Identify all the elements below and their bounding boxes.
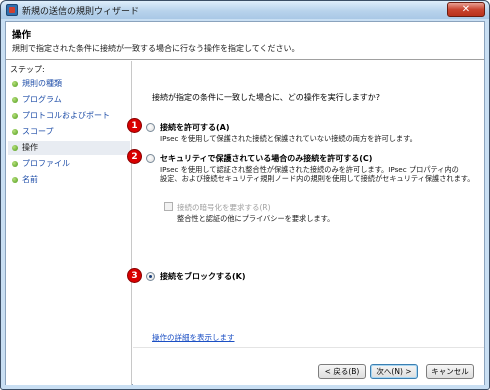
close-button[interactable]: ✕: [447, 2, 485, 17]
callout-badge-3: 3: [127, 268, 142, 283]
window-title: 新規の送信の規則ウィザード: [22, 7, 140, 17]
next-button[interactable]: 次へ(N) >: [370, 364, 418, 379]
step-bullet-icon: [12, 81, 18, 87]
block-connection-radio[interactable]: [146, 272, 155, 281]
allow-connection-radio[interactable]: [146, 123, 155, 132]
page-header: 操作 規則で指定された条件に接続が一致する場合に行なう操作を指定してください。: [6, 22, 484, 60]
step-item-protocol-port[interactable]: プロトコルおよびポート: [8, 109, 130, 123]
client-area: 操作 規則で指定された条件に接続が一致する場合に行なう操作を指定してください。 …: [5, 21, 485, 385]
callout-badge-1: 1: [127, 118, 142, 133]
footer-divider: [133, 347, 484, 348]
step-label: スコープ: [22, 127, 54, 136]
back-button[interactable]: < 戻る(B): [318, 364, 366, 379]
page-title: 操作: [12, 30, 32, 41]
action-question: 接続が指定の条件に一致した場合に、どの操作を実行しますか?: [152, 93, 381, 102]
step-item-program[interactable]: プログラム: [8, 93, 130, 107]
page-description: 規則で指定された条件に接続が一致する場合に行なう操作を指定してください。: [12, 44, 300, 53]
step-label: プロトコルおよびポート: [22, 111, 110, 120]
steps-title: ステップ:: [10, 65, 45, 74]
callout-badge-2: 2: [127, 149, 142, 164]
wizard-window: 新規の送信の規則ウィザード ✕ 操作 規則で指定された条件に接続が一致する場合に…: [0, 0, 490, 390]
step-bullet-icon: [12, 145, 18, 151]
step-label: プログラム: [22, 95, 62, 104]
action-details-link[interactable]: 操作の詳細を表示します: [152, 332, 235, 343]
allow-secure-desc-line1: IPsec を使用して認証され整合性が保護された接続のみを許可します。IPsec…: [160, 165, 459, 174]
step-label: 規則の種類: [22, 79, 62, 88]
step-bullet-icon: [12, 113, 18, 119]
step-bullet-icon: [12, 129, 18, 135]
step-label: 名前: [22, 175, 38, 184]
step-bullet-icon: [12, 97, 18, 103]
require-encryption-label[interactable]: 接続の暗号化を要求する(R): [177, 202, 271, 213]
step-label: 操作: [22, 143, 38, 152]
step-item-scope[interactable]: スコープ: [8, 125, 130, 139]
steps-pane: ステップ: 規則の種類 プログラム プロトコルおよびポート スコープ 操作 プロ…: [6, 61, 132, 385]
cancel-button[interactable]: キャンセル: [426, 364, 474, 379]
firewall-app-icon: [6, 4, 18, 16]
step-bullet-icon: [12, 177, 18, 183]
allow-connection-label[interactable]: 接続を許可する(A): [160, 122, 230, 133]
allow-secure-label[interactable]: セキュリティで保護されている場合のみ接続を許可する(C): [160, 153, 372, 164]
title-bar[interactable]: 新規の送信の規則ウィザード ✕: [1, 1, 489, 19]
step-item-action[interactable]: 操作: [8, 141, 130, 155]
main-pane: 接続が指定の条件に一致した場合に、どの操作を実行しますか? 1 接続を許可する(…: [127, 61, 484, 385]
step-item-rule-type[interactable]: 規則の種類: [8, 77, 130, 91]
step-bullet-icon: [12, 161, 18, 167]
require-encryption-checkbox[interactable]: [164, 202, 173, 211]
step-item-profile[interactable]: プロファイル: [8, 157, 130, 171]
allow-secure-radio[interactable]: [146, 154, 155, 163]
allow-connection-desc: IPsec を使用して保護された接続と保護されていない接続の両方を許可します。: [160, 134, 417, 143]
require-encryption-desc: 整合性と認証の他にプライバシーを要求します。: [177, 214, 335, 223]
block-connection-label[interactable]: 接続をブロックする(K): [160, 271, 246, 282]
allow-secure-desc-line2: 設定、および接続セキュリティ規則ノード内の規則を使用して接続がセキュリティ保護さ…: [160, 174, 475, 183]
step-label: プロファイル: [22, 159, 70, 168]
step-item-name[interactable]: 名前: [8, 173, 130, 187]
